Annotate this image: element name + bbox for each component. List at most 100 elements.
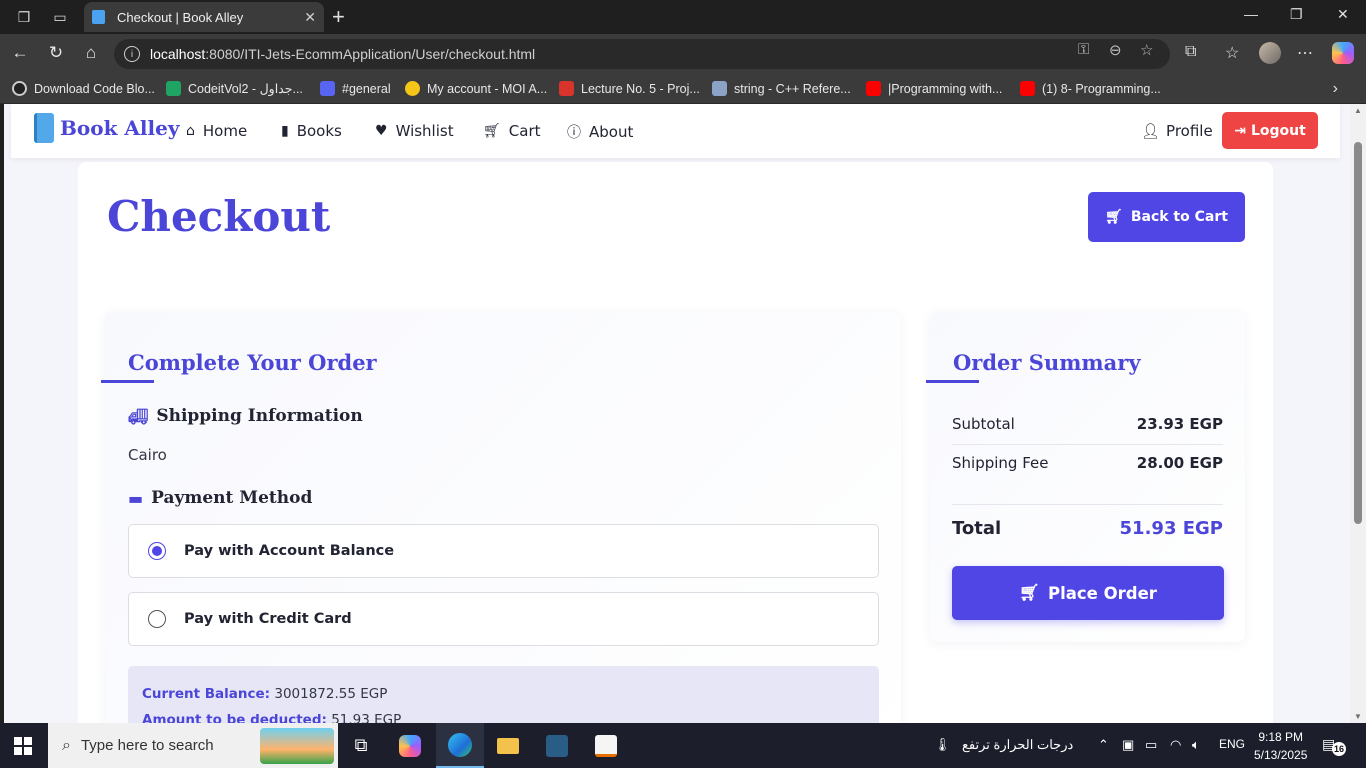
clock-date: 5/13/2025 [1254,748,1308,762]
more-menu-icon[interactable]: ⋯ [1297,43,1313,63]
notification-center-icon[interactable]: ▤ 16 [1322,736,1346,756]
book-icon: ▮ [281,123,289,139]
checkout-container: Checkout 🛒︎ Back to Cart Complete Your Or… [78,162,1273,723]
shipping-address: Cairo [128,446,167,464]
nav-books[interactable]: ▮ Books [281,122,342,140]
wifi-icon[interactable]: ◠ [1170,737,1181,753]
brand-name: Book Alley [60,116,180,140]
copilot-app-icon[interactable] [386,723,434,768]
credit-card-icon: ▬ [128,488,144,508]
language-indicator[interactable]: ENG [1219,737,1245,751]
site-info-icon[interactable]: i [124,46,140,62]
battery-icon[interactable]: ▭ [1145,737,1157,753]
scroll-down-icon[interactable]: ▼ [1354,712,1362,721]
logout-button[interactable]: ⇥ Logout [1222,112,1318,149]
volume-icon[interactable]: 🔈︎ [1192,737,1200,753]
extensions-icon[interactable]: ⧉ [1185,43,1196,61]
radio-balance[interactable] [148,542,166,560]
nav-about[interactable]: ⓘ About [567,122,633,142]
bookmark-item[interactable]: My account - MOI A... [405,81,547,96]
amount-deducted: Amount to be deducted: 51.93 EGP [142,712,402,723]
back-to-cart-button[interactable]: 🛒︎ Back to Cart [1088,192,1245,242]
task-view-icon[interactable]: ⧉ [337,723,385,768]
favorite-star-icon[interactable]: ☆ [1140,41,1153,59]
shipping-heading: 🚚︎ Shipping Information [128,406,363,426]
page-scrollbar[interactable]: ▲ ▼ [1350,104,1366,723]
payment-option-label: Pay with Account Balance [184,543,395,559]
bookmark-item[interactable]: #general [320,81,391,96]
bookmark-item[interactable]: Lecture No. 5 - Proj... [559,81,700,96]
payment-heading: ▬ Payment Method [128,488,313,508]
home-icon[interactable]: ⌂ [80,43,102,63]
payment-option-credit-card[interactable]: Pay with Credit Card [128,592,879,646]
total-row: Total 51.93 EGP [952,518,1223,539]
nav-wishlist[interactable]: ♥ Wishlist [375,122,454,140]
copilot-icon[interactable] [1332,42,1354,64]
order-summary-card: Order Summary Subtotal 23.93 EGP Shippin… [926,312,1245,642]
youtube-icon [866,81,881,96]
close-tab-icon[interactable]: ✕ [304,9,316,26]
tab-actions-icon[interactable]: ▭ [49,6,71,28]
weather-text[interactable]: درجات الحرارة ترتفع [962,737,1073,753]
truck-icon: 🚚︎ [128,406,149,426]
window-close-icon[interactable]: ✕ [1337,6,1349,23]
browser-tab[interactable]: Checkout | Book Alley ✕ [84,2,324,32]
tray-chevron-icon[interactable]: ⌃ [1098,737,1109,753]
radio-credit-card[interactable] [148,610,166,628]
favorites-icon[interactable]: ☆ [1225,43,1239,63]
taskbar-search[interactable]: ⌕ Type here to search [48,723,338,768]
mysql-workbench-icon[interactable] [533,723,581,768]
search-icon: ⌕ [62,736,71,754]
chevron-right-icon[interactable]: › [1333,80,1338,98]
nav-cart[interactable]: 🛒︎ Cart [483,122,541,140]
java-app-icon[interactable] [582,723,630,768]
search-highlight-image [260,728,334,764]
back-icon[interactable]: ← [9,43,31,63]
bookmarks-bar: Download Code Blo... CodeitVol2 - جداول.… [0,74,1366,104]
file-explorer-icon[interactable] [484,723,532,768]
scroll-up-icon[interactable]: ▲ [1354,106,1362,115]
heading-underline [101,380,154,383]
windows-start-icon[interactable] [14,737,32,755]
star-badge-icon [405,81,420,96]
brand-logo[interactable]: Book Alley [34,113,179,143]
address-toolbar: ← ↻ ⌂ i localhost:8080/ITI-Jets-EcommApp… [0,34,1366,74]
key-icon[interactable]: ⚿ [1078,41,1089,58]
zoom-icon[interactable]: ⊖ [1109,41,1122,59]
minimize-icon[interactable]: — [1244,6,1258,22]
place-order-button[interactable]: 🛒︎ Place Order [952,566,1224,620]
user-icon: 👤︎ [1141,122,1161,140]
payment-option-balance[interactable]: Pay with Account Balance [128,524,879,578]
current-balance: Current Balance: 3001872.55 EGP [142,686,388,702]
book-icon [34,113,54,143]
bookmark-item[interactable]: string - C++ Refere... [712,81,851,96]
home-icon: ⌂ [186,123,195,139]
nav-profile[interactable]: 👤︎ Profile [1141,122,1213,140]
restore-icon[interactable]: ❐ [1290,6,1303,23]
bookmark-item[interactable]: |Programming with... [866,81,1002,96]
camera-icon[interactable]: ▣ [1122,737,1134,753]
divider [952,444,1223,445]
bookmark-item[interactable]: CodeitVol2 - جداول... [166,81,303,96]
thermometer-icon[interactable]: 🌡︎ [934,737,951,753]
refresh-icon[interactable]: ↻ [45,43,67,63]
windows-taskbar: ⌕ Type here to search ⧉ 🌡︎ درجات الحرارة… [0,723,1366,768]
bookmark-item[interactable]: (1) 8- Programming... [1020,81,1161,96]
profile-avatar[interactable] [1259,42,1281,64]
divider [952,504,1223,505]
scroll-thumb[interactable] [1354,142,1362,524]
cplusplus-icon [712,81,727,96]
discord-icon [320,81,335,96]
order-summary-heading: Order Summary [953,350,1141,375]
clock-time: 9:18 PM [1258,730,1304,744]
edge-app-icon[interactable] [436,723,484,768]
nav-home[interactable]: ⌂ Home [186,122,247,140]
site-navbar: Book Alley ⌂ Home ▮ Books ♥ Wishlist 🛒︎ Cart… [11,104,1340,158]
new-tab-icon[interactable]: + [332,4,345,30]
order-form-card: Complete Your Order 🚚︎ Shipping Informat… [101,312,901,723]
url-input[interactable]: i localhost:8080/ITI-Jets-EcommApplicati… [114,39,1170,69]
bookmark-item[interactable]: Download Code Blo... [12,81,155,96]
workspaces-icon[interactable]: ❒ [13,6,35,28]
system-clock[interactable]: 9:18 PM 5/13/2025 [1254,728,1307,764]
shipping-fee-row: Shipping Fee 28.00 EGP [952,454,1223,472]
